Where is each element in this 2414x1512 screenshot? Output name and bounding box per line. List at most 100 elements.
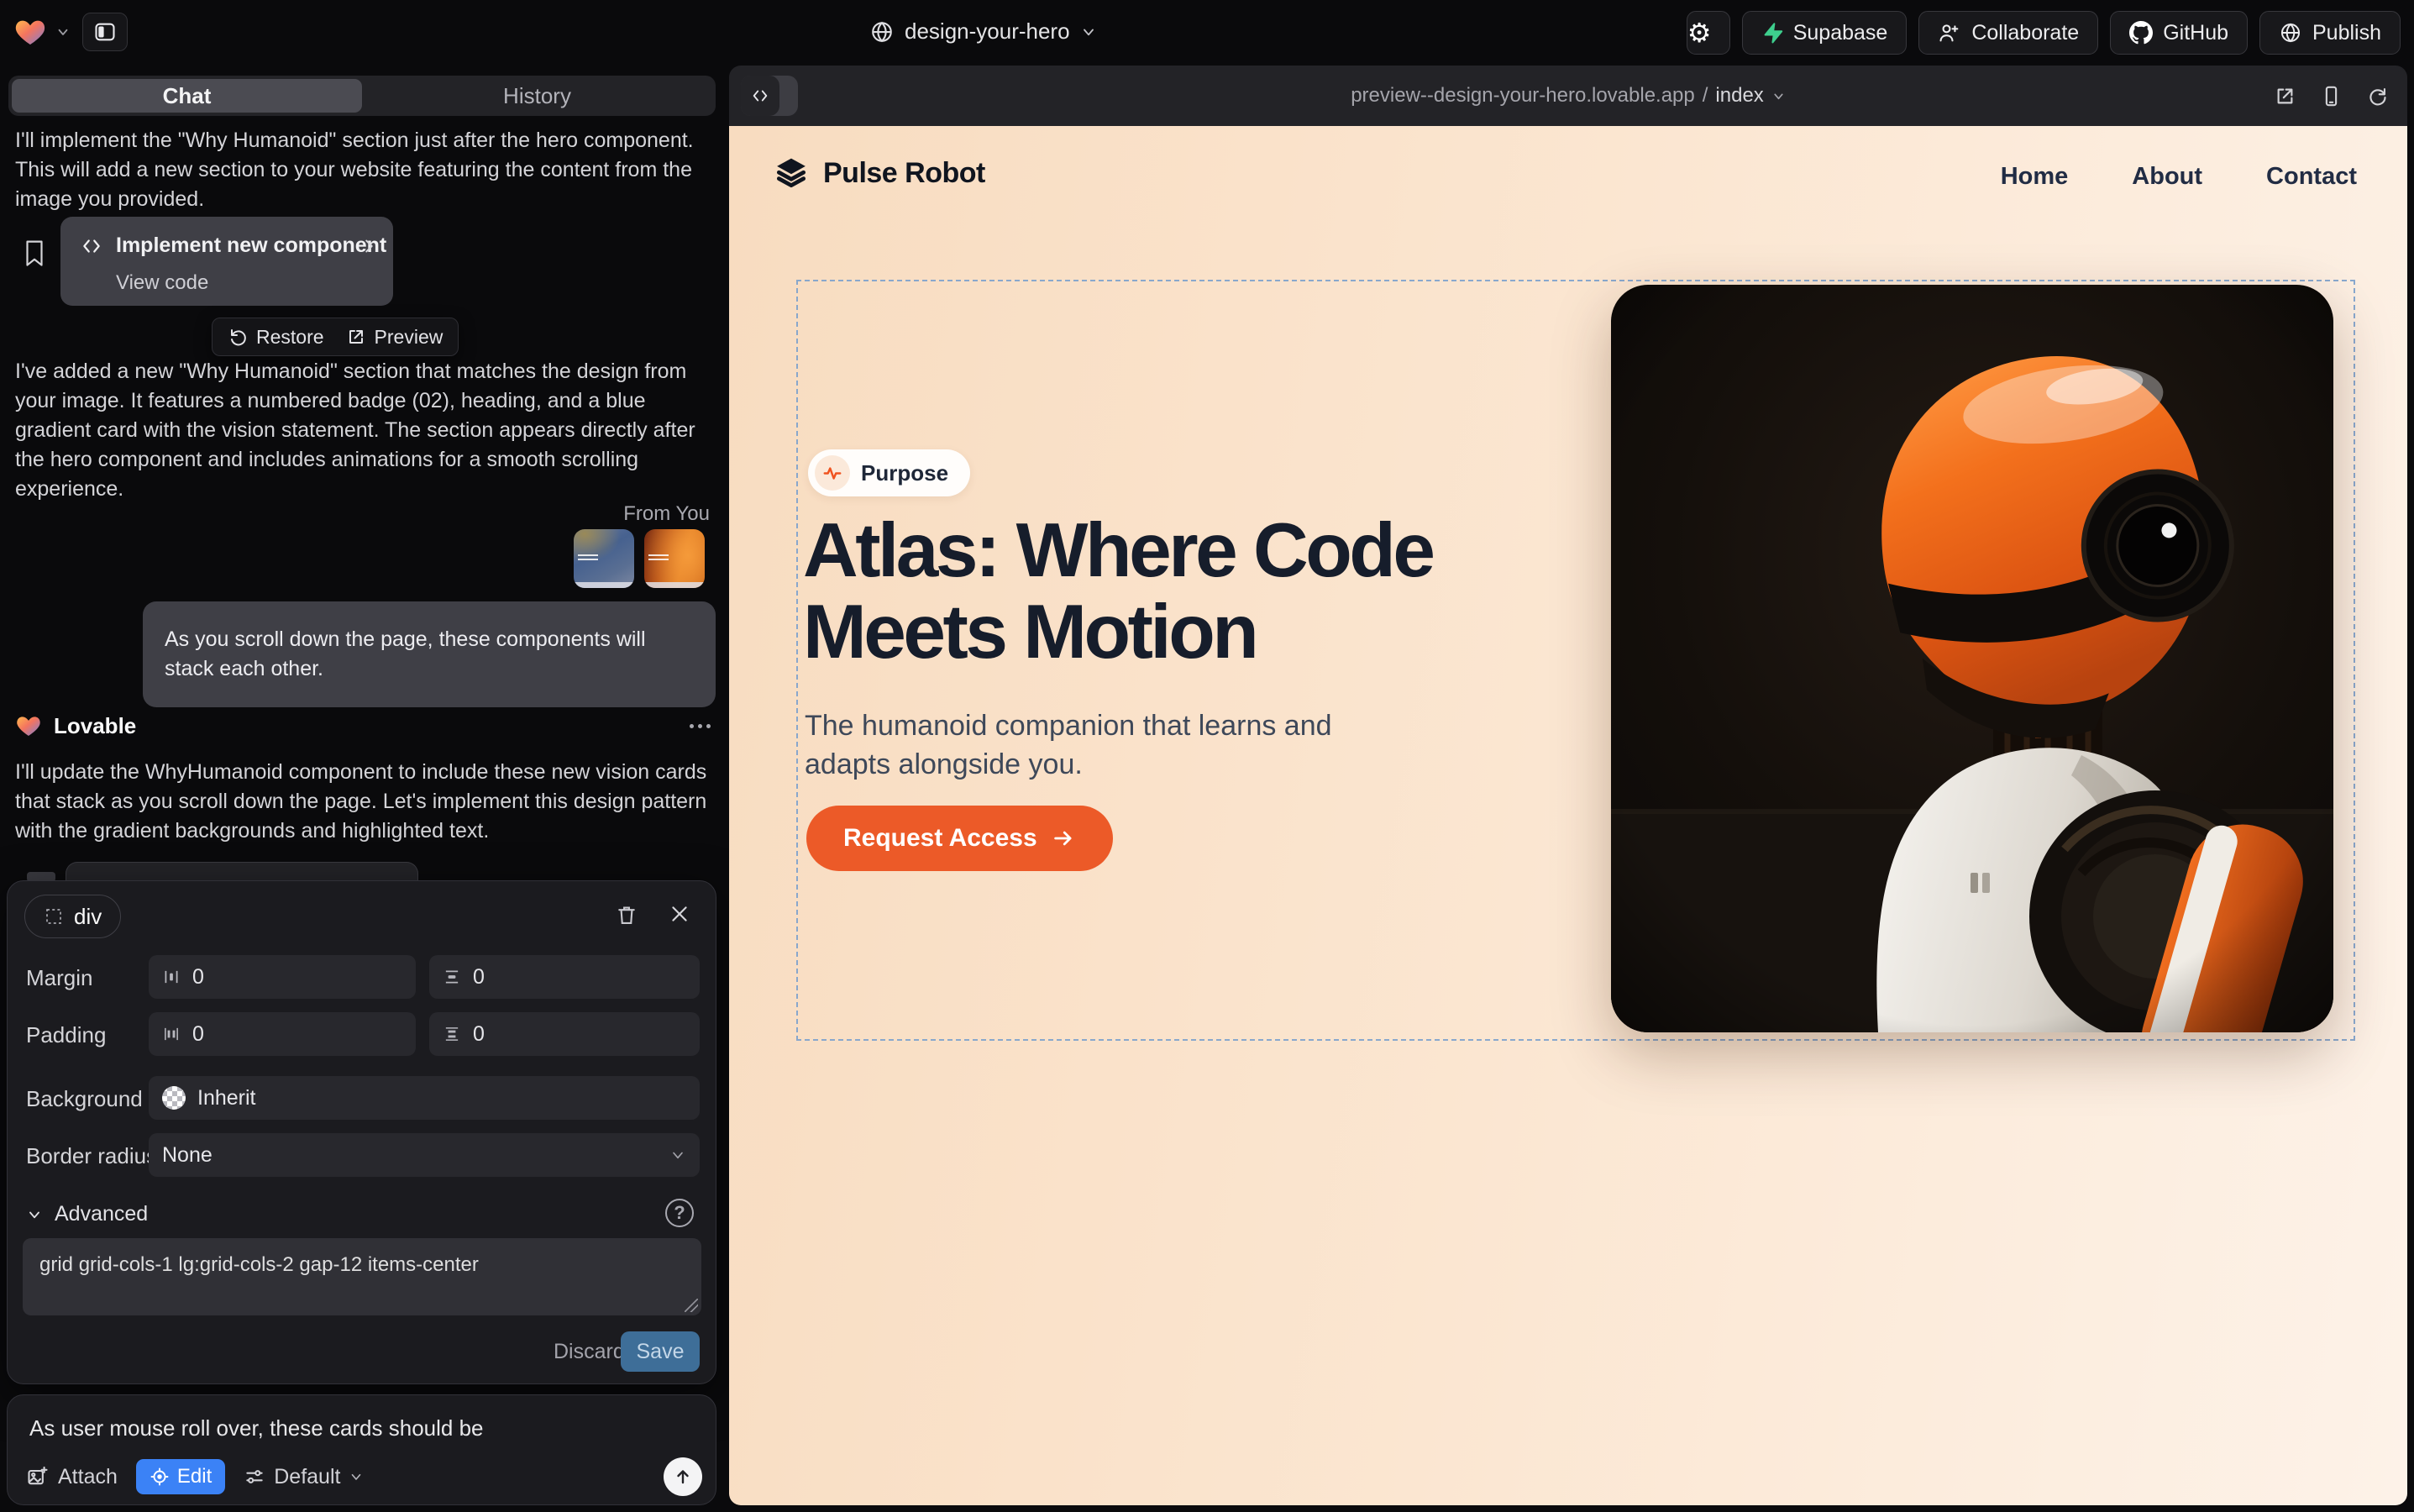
collaborate-icon (1938, 21, 1961, 45)
edit-label: Edit (177, 1465, 212, 1488)
attach-label: Attach (58, 1465, 118, 1489)
preview-pane: preview--design-your-hero.lovable.app / … (729, 66, 2407, 1505)
request-access-button[interactable]: Request Access (806, 806, 1113, 871)
supabase-icon (1761, 22, 1783, 44)
collaborate-button[interactable]: Collaborate (1918, 11, 2098, 55)
advanced-section-toggle[interactable]: Advanced (26, 1202, 148, 1226)
lovable-heart-icon (13, 15, 47, 49)
attach-button[interactable]: Attach (26, 1465, 118, 1489)
attach-image-icon (26, 1465, 50, 1488)
restore-label: Restore (256, 326, 324, 349)
user-message-bubble: As you scroll down the page, these compo… (143, 601, 716, 707)
mode-label: Default (274, 1465, 340, 1489)
restore-icon (228, 327, 248, 347)
chat-composer[interactable]: As user mouse roll over, these cards sho… (7, 1394, 716, 1505)
edit-mode-button[interactable]: Edit (136, 1459, 225, 1494)
chat-input[interactable]: As user mouse roll over, these cards sho… (29, 1415, 484, 1441)
resize-handle[interactable] (685, 1299, 698, 1312)
target-icon (150, 1467, 170, 1487)
assistant-name: Lovable (54, 713, 136, 739)
chevron-right-icon (359, 237, 378, 255)
restore-button[interactable]: Restore (228, 326, 324, 349)
help-icon[interactable] (665, 1199, 694, 1227)
hero-section-selection[interactable]: Purpose Atlas: Where Code Meets Motion T… (796, 280, 2355, 1041)
chat-history-tabs: Chat History (8, 76, 716, 116)
chat-mode-selector[interactable]: Default (244, 1465, 364, 1489)
version-hover-toolbar: Restore Preview (212, 318, 459, 356)
gear-icon: ⚙ (1687, 19, 1712, 46)
project-name: design-your-hero (905, 18, 1070, 45)
open-in-new-tab-icon[interactable] (2274, 85, 2296, 108)
lovable-home-button[interactable] (13, 15, 71, 49)
margin-x-icon (162, 968, 181, 986)
project-switcher[interactable]: design-your-hero (869, 18, 1097, 45)
preview-path: index (1715, 84, 1763, 108)
hero-heading-line1: Atlas: Where Code (803, 510, 1433, 591)
hero-robot-image (1611, 285, 2333, 1032)
margin-x-input[interactable]: 0 (149, 955, 416, 999)
robot-illustration (1611, 285, 2333, 1032)
more-options-icon[interactable] (690, 724, 711, 728)
padding-x-input[interactable]: 0 (149, 1012, 416, 1056)
site-canvas: Pulse Robot Home About Contact Purpose A… (729, 126, 2407, 1505)
preview-toolbar: preview--design-your-hero.lovable.app / … (729, 66, 2407, 126)
transparency-swatch-icon (162, 1086, 186, 1110)
margin-x-value: 0 (192, 965, 204, 990)
padding-label: Padding (26, 1022, 106, 1048)
layers-icon (773, 155, 810, 192)
chevron-down-icon (1771, 89, 1786, 103)
background-input[interactable]: Inherit (149, 1076, 700, 1120)
attachment-thumbnail-blue[interactable] (574, 529, 634, 588)
publish-label: Publish (2312, 21, 2381, 45)
element-inspector-panel: div Margin 0 0 Padding 0 (7, 880, 716, 1384)
preview-url: preview--design-your-hero.lovable.app (1351, 84, 1695, 108)
assistant-header: Lovable (15, 712, 711, 739)
padding-y-input[interactable]: 0 (429, 1012, 700, 1056)
tab-history[interactable]: History (362, 79, 712, 113)
site-brand[interactable]: Pulse Robot (773, 155, 985, 192)
top-bar-actions: ⚙ Supabase Collaborate GitHub (1687, 11, 2401, 55)
nav-about[interactable]: About (2132, 163, 2202, 191)
margin-label: Margin (26, 965, 92, 991)
padding-y-value: 0 (473, 1022, 485, 1047)
attachment-thumbnail-orange[interactable] (644, 529, 705, 588)
nav-contact[interactable]: Contact (2266, 163, 2357, 191)
send-button[interactable] (664, 1457, 702, 1496)
view-code-link[interactable]: View code (116, 271, 208, 295)
preview-version-button[interactable]: Preview (346, 326, 443, 349)
advanced-label: Advanced (55, 1202, 148, 1226)
component-version-card[interactable]: Implement new component View code (60, 217, 393, 306)
border-radius-select[interactable]: None (149, 1133, 700, 1177)
classes-input[interactable]: grid grid-cols-1 lg:grid-cols-2 gap-12 i… (23, 1238, 701, 1315)
close-icon[interactable] (669, 903, 690, 925)
border-radius-label: Border radius (26, 1143, 157, 1169)
supabase-button[interactable]: Supabase (1742, 11, 1908, 55)
collaborate-label: Collaborate (1971, 21, 2079, 45)
save-button[interactable]: Save (621, 1331, 700, 1372)
sidebar-toggle-button[interactable] (82, 13, 128, 51)
settings-button[interactable]: ⚙ (1687, 11, 1730, 55)
element-tag-badge[interactable]: div (24, 895, 121, 938)
margin-y-input[interactable]: 0 (429, 955, 700, 999)
composer-toolbar: Attach Edit Default (26, 1457, 702, 1496)
chevron-down-icon (349, 1469, 364, 1484)
publish-button[interactable]: Publish (2259, 11, 2401, 55)
padding-x-value: 0 (192, 1022, 204, 1047)
top-bar: design-your-hero ⚙ Supabase Collaborate (0, 0, 2414, 66)
mobile-preview-icon[interactable] (2320, 85, 2343, 108)
background-value: Inherit (197, 1086, 255, 1110)
border-radius-value: None (162, 1143, 213, 1168)
github-button[interactable]: GitHub (2110, 11, 2248, 55)
bookmark-icon[interactable] (22, 239, 47, 267)
nav-home[interactable]: Home (2001, 163, 2069, 191)
app-window: design-your-hero ⚙ Supabase Collaborate (0, 0, 2414, 1512)
tab-chat[interactable]: Chat (12, 79, 362, 113)
delete-element-button[interactable] (615, 903, 638, 927)
dashed-square-icon (44, 906, 64, 927)
preview-label: Preview (375, 326, 443, 349)
preview-url-bar[interactable]: preview--design-your-hero.lovable.app / … (729, 66, 2407, 126)
refresh-icon[interactable] (2366, 85, 2389, 108)
chevron-down-icon (26, 1206, 43, 1223)
globe-icon (2279, 21, 2302, 45)
margin-y-value: 0 (473, 965, 485, 990)
